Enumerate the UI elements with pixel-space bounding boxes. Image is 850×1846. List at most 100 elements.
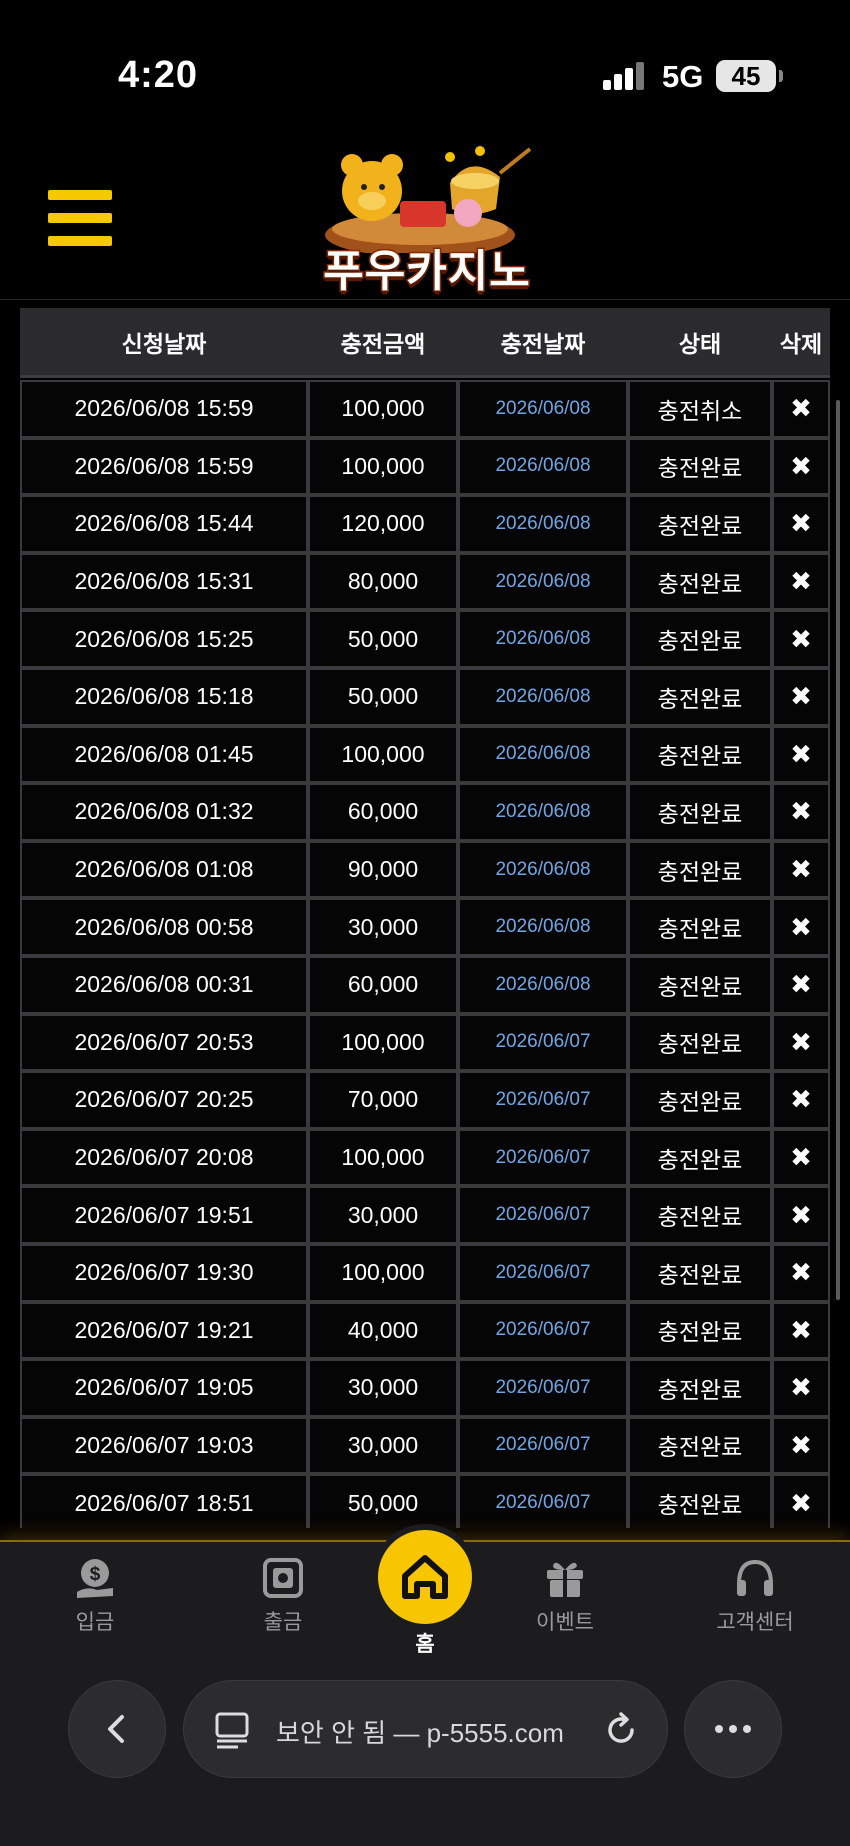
address-bar[interactable]: 보안 안 됨 — p-5555.com bbox=[183, 1680, 668, 1778]
hamburger-menu-button[interactable] bbox=[48, 190, 112, 246]
status-cell: 충전완료 bbox=[628, 783, 772, 841]
status-cell: 충전완료 bbox=[628, 898, 772, 956]
charge-date-cell[interactable]: 2026/06/08 bbox=[458, 840, 628, 899]
charge-date-cell[interactable]: 2026/06/08 bbox=[458, 610, 628, 668]
status-cell: 충전완료 bbox=[628, 610, 772, 668]
back-button[interactable] bbox=[68, 1680, 166, 1778]
table-row: 2026/06/08 15:44 120,000 2026/06/08 충전완료 ✖ bbox=[20, 495, 830, 553]
delete-button[interactable]: ✖ bbox=[772, 1301, 830, 1360]
coin-hand-icon: $ bbox=[77, 1559, 113, 1598]
table-row: 2026/06/07 20:25 70,000 2026/06/07 충전완료 ✖ bbox=[20, 1071, 830, 1129]
charge-date-cell[interactable]: 2026/06/08 bbox=[458, 783, 628, 841]
request-date-cell: 2026/06/07 20:53 bbox=[20, 1013, 308, 1072]
charge-date-cell[interactable]: 2026/06/07 bbox=[458, 1359, 628, 1417]
charge-date-cell[interactable]: 2026/06/07 bbox=[458, 1416, 628, 1475]
charge-date-cell[interactable]: 2026/06/07 bbox=[458, 1128, 628, 1187]
delete-button[interactable]: ✖ bbox=[772, 725, 830, 784]
charge-date-cell[interactable]: 2026/06/08 bbox=[458, 552, 628, 611]
amount-cell: 30,000 bbox=[308, 1416, 458, 1475]
delete-button[interactable]: ✖ bbox=[772, 1416, 830, 1475]
charge-date-cell[interactable]: 2026/06/08 bbox=[458, 495, 628, 553]
table-row: 2026/06/08 01:08 90,000 2026/06/08 충전완료 ✖ bbox=[20, 840, 830, 899]
charge-date-cell[interactable]: 2026/06/07 bbox=[458, 1186, 628, 1244]
request-date-cell: 2026/06/08 00:58 bbox=[20, 898, 308, 956]
table-row: 2026/06/08 15:18 50,000 2026/06/08 충전완료 ✖ bbox=[20, 667, 830, 726]
logo-text: 푸우카지노 bbox=[322, 246, 531, 298]
amount-cell: 30,000 bbox=[308, 1186, 458, 1244]
header-delete: 삭제 bbox=[779, 330, 823, 357]
delete-button[interactable]: ✖ bbox=[772, 1186, 830, 1244]
reload-icon[interactable] bbox=[602, 1711, 640, 1749]
delete-button[interactable]: ✖ bbox=[772, 380, 830, 438]
request-date-cell: 2026/06/08 15:44 bbox=[20, 495, 308, 553]
table-row: 2026/06/07 19:03 30,000 2026/06/07 충전완료 ✖ bbox=[20, 1416, 830, 1475]
table-row: 2026/06/07 19:05 30,000 2026/06/07 충전완료 ✖ bbox=[20, 1359, 830, 1417]
more-options-button[interactable] bbox=[684, 1680, 782, 1778]
status-cell: 충전완료 bbox=[628, 1071, 772, 1129]
amount-cell: 90,000 bbox=[308, 840, 458, 899]
status-cell: 충전완료 bbox=[628, 1301, 772, 1360]
charge-date-cell[interactable]: 2026/06/08 bbox=[458, 667, 628, 726]
status-cell: 충전완료 bbox=[628, 725, 772, 784]
charge-date-cell[interactable]: 2026/06/07 bbox=[458, 1243, 628, 1302]
table-row: 2026/06/08 15:31 80,000 2026/06/08 충전완료 ✖ bbox=[20, 552, 830, 611]
delete-button[interactable]: ✖ bbox=[772, 1013, 830, 1072]
table-row: 2026/06/08 15:59 100,000 2026/06/08 충전완료 ✖ bbox=[20, 437, 830, 496]
table-row: 2026/06/07 19:21 40,000 2026/06/07 충전완료 ✖ bbox=[20, 1301, 830, 1360]
request-date-cell: 2026/06/08 15:59 bbox=[20, 380, 308, 438]
delete-button[interactable]: ✖ bbox=[772, 1128, 830, 1187]
home-icon bbox=[402, 1555, 448, 1599]
status-cell: 충전완료 bbox=[628, 955, 772, 1014]
charge-date-cell[interactable]: 2026/06/07 bbox=[458, 1301, 628, 1360]
request-date-cell: 2026/06/07 19:30 bbox=[20, 1243, 308, 1302]
nav-support[interactable]: 고객센터 bbox=[685, 1556, 825, 1636]
charge-date-cell[interactable]: 2026/06/08 bbox=[458, 898, 628, 956]
amount-cell: 30,000 bbox=[308, 1359, 458, 1417]
delete-button[interactable]: ✖ bbox=[772, 955, 830, 1014]
charge-date-cell[interactable]: 2026/06/08 bbox=[458, 437, 628, 496]
site-logo[interactable]: 푸우카지노 bbox=[300, 143, 550, 298]
delete-button[interactable]: ✖ bbox=[772, 1474, 830, 1528]
status-cell: 충전완료 bbox=[628, 1359, 772, 1417]
delete-button[interactable]: ✖ bbox=[772, 495, 830, 553]
network-type: 5G bbox=[662, 59, 704, 94]
delete-button[interactable]: ✖ bbox=[772, 667, 830, 726]
delete-button[interactable]: ✖ bbox=[772, 437, 830, 496]
status-cell: 충전완료 bbox=[628, 1416, 772, 1475]
delete-button[interactable]: ✖ bbox=[772, 840, 830, 899]
nav-deposit[interactable]: $ 입금 bbox=[25, 1556, 165, 1636]
charge-history-table: 신청날짜 충전금액 충전날짜 상태 삭제 2026/06/08 15:59 100… bbox=[20, 308, 830, 1528]
charge-date-cell[interactable]: 2026/06/08 bbox=[458, 725, 628, 784]
header-status: 상태 bbox=[678, 330, 722, 357]
charge-date-cell[interactable]: 2026/06/07 bbox=[458, 1474, 628, 1528]
nav-deposit-label: 입금 bbox=[75, 1611, 115, 1634]
delete-button[interactable]: ✖ bbox=[772, 898, 830, 956]
header-amount: 충전금액 bbox=[340, 330, 426, 357]
amount-cell: 70,000 bbox=[308, 1071, 458, 1129]
scrollbar[interactable] bbox=[836, 400, 840, 1300]
delete-button[interactable]: ✖ bbox=[772, 552, 830, 611]
request-date-cell: 2026/06/08 01:45 bbox=[20, 725, 308, 784]
table-body: 2026/06/08 15:59 100,000 2026/06/08 충전취소 ✖ 20… bbox=[20, 380, 830, 1528]
delete-button[interactable]: ✖ bbox=[772, 1243, 830, 1302]
charge-date-cell[interactable]: 2026/06/08 bbox=[458, 380, 628, 438]
status-cell: 충전완료 bbox=[628, 1186, 772, 1244]
charge-date-cell[interactable]: 2026/06/08 bbox=[458, 955, 628, 1014]
delete-button[interactable]: ✖ bbox=[772, 1359, 830, 1417]
request-date-cell: 2026/06/08 15:59 bbox=[20, 437, 308, 496]
amount-cell: 80,000 bbox=[308, 552, 458, 611]
charge-date-cell[interactable]: 2026/06/07 bbox=[458, 1013, 628, 1072]
home-button[interactable] bbox=[378, 1530, 472, 1624]
nav-event-label: 이벤트 bbox=[536, 1611, 594, 1634]
delete-button[interactable]: ✖ bbox=[772, 1071, 830, 1129]
battery-icon: 45 bbox=[716, 60, 776, 92]
table-row: 2026/06/07 20:53 100,000 2026/06/07 충전완료 ✖ bbox=[20, 1013, 830, 1072]
delete-button[interactable]: ✖ bbox=[772, 610, 830, 668]
nav-event[interactable]: 이벤트 bbox=[495, 1556, 635, 1636]
nav-withdraw[interactable]: 출금 bbox=[213, 1556, 353, 1636]
amount-cell: 120,000 bbox=[308, 495, 458, 553]
delete-button[interactable]: ✖ bbox=[772, 783, 830, 841]
table-row: 2026/06/08 00:58 30,000 2026/06/08 충전완료 ✖ bbox=[20, 898, 830, 956]
charge-date-cell[interactable]: 2026/06/07 bbox=[458, 1071, 628, 1129]
battery-cap bbox=[779, 70, 783, 82]
